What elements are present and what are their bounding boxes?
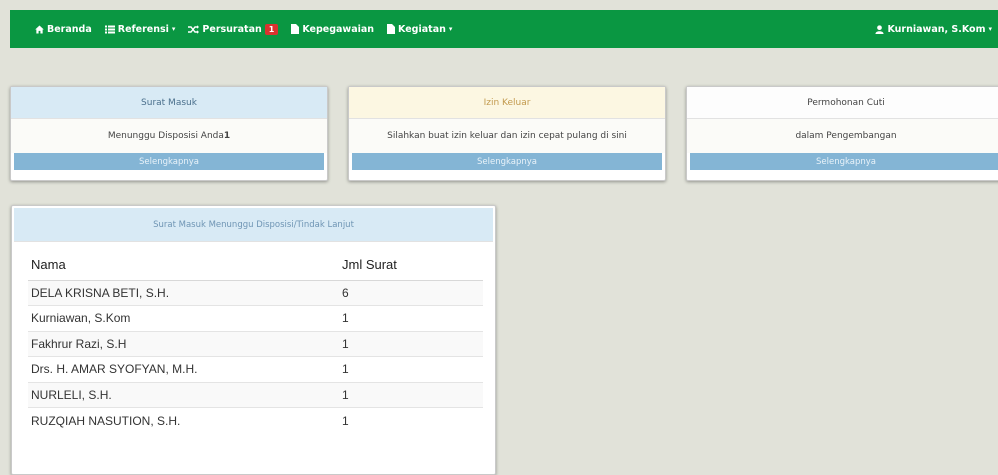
cell-nama: Kurniawan, S.Kom xyxy=(28,305,336,331)
cell-jml-surat: 1 xyxy=(336,305,483,331)
panel-disposisi: Surat Masuk Menunggu Disposisi/Tindak La… xyxy=(11,205,496,475)
selengkapnya-button[interactable]: Selengkapnya xyxy=(690,153,998,170)
table-row[interactable]: RUZQIAH NASUTION, S.H. 1 xyxy=(28,407,483,433)
user-icon xyxy=(875,24,885,34)
panel-body: dalam Pengembangan xyxy=(687,119,998,153)
nav-kegiatan-label: Kegiatan xyxy=(398,23,446,35)
panel-heading: Surat Masuk Menunggu Disposisi/Tindak La… xyxy=(14,208,493,242)
cell-nama: Fakhrur Razi, S.H xyxy=(28,330,336,357)
cell-nama: Drs. H. AMAR SYOFYAN, M.H. xyxy=(28,356,336,382)
table-row[interactable]: NURLELI, S.H. 1 xyxy=(28,381,483,408)
cell-nama: NURLELI, S.H. xyxy=(28,381,336,408)
panel-body: Silahkan buat izin keluar dan izin cepat… xyxy=(349,119,665,153)
list-icon xyxy=(104,25,115,34)
selengkapnya-button[interactable]: Selengkapnya xyxy=(14,153,324,170)
nav-beranda[interactable]: Beranda xyxy=(35,24,92,35)
file-icon xyxy=(387,24,396,34)
user-menu[interactable]: Kurniawan, S.Kom ▾ xyxy=(875,24,992,35)
nav-kepegawaian-label: Kepegawaian xyxy=(302,23,375,35)
panel-surat-masuk: Surat Masuk Menunggu Disposisi Anda 1 Se… xyxy=(10,86,328,181)
nav-kepegawaian[interactable]: Kepegawaian xyxy=(291,24,374,35)
nav-kegiatan[interactable]: Kegiatan ▾ xyxy=(387,24,452,35)
column-header-jml-surat: Jml Surat xyxy=(336,250,483,281)
disposisi-table: Nama Jml Surat DELA KRISNA BETI, S.H. 6 … xyxy=(28,250,483,433)
panel-heading: Permohonan Cuti xyxy=(687,87,998,119)
file-icon xyxy=(291,24,300,34)
panel-permohonan-cuti: Permohonan Cuti dalam Pengembangan Selen… xyxy=(686,86,998,181)
column-header-nama: Nama xyxy=(28,250,336,281)
nav-persuratan-label: Persuratan xyxy=(202,23,262,35)
panel-izin-keluar: Izin Keluar Silahkan buat izin keluar da… xyxy=(348,86,666,181)
panel-heading: Surat Masuk xyxy=(11,87,327,119)
chevron-down-icon: ▾ xyxy=(988,25,992,33)
cell-jml-surat: 1 xyxy=(336,407,483,433)
table-wrapper: Nama Jml Surat DELA KRISNA BETI, S.H. 6 … xyxy=(12,244,495,433)
table-row[interactable]: Kurniawan, S.Kom 1 xyxy=(28,305,483,331)
table-row[interactable]: DELA KRISNA BETI, S.H. 6 xyxy=(28,279,483,306)
chevron-down-icon: ▾ xyxy=(448,25,453,33)
selengkapnya-button[interactable]: Selengkapnya xyxy=(352,153,662,170)
table-row[interactable]: Drs. H. AMAR SYOFYAN, M.H. 1 xyxy=(28,356,483,382)
nav-referensi-label: Referensi xyxy=(117,23,169,35)
cell-jml-surat: 1 xyxy=(336,356,483,382)
panel-body: Menunggu Disposisi Anda 1 xyxy=(11,119,327,153)
nav-beranda-label: Beranda xyxy=(47,23,92,35)
panel-body-text: Menunggu Disposisi Anda xyxy=(107,131,224,141)
user-name: Kurniawan, S.Kom xyxy=(887,23,986,35)
cell-jml-surat: 6 xyxy=(336,279,483,306)
shuffle-icon xyxy=(188,24,200,34)
cell-nama: DELA KRISNA BETI, S.H. xyxy=(28,279,336,306)
table-header-row: Nama Jml Surat xyxy=(28,250,483,281)
cell-nama: RUZQIAH NASUTION, S.H. xyxy=(28,407,336,433)
nav-persuratan[interactable]: Persuratan 1 xyxy=(188,23,279,35)
notification-badge: 1 xyxy=(264,23,279,35)
cell-jml-surat: 1 xyxy=(336,330,483,357)
table-row[interactable]: Fakhrur Razi, S.H 1 xyxy=(28,330,483,357)
disposisi-count: 1 xyxy=(223,131,231,141)
panel-heading: Izin Keluar xyxy=(349,87,665,119)
home-icon xyxy=(35,24,44,34)
nav-referensi[interactable]: Referensi ▾ xyxy=(104,23,176,35)
top-navbar: Beranda Referensi ▾ Persuratan 1 Kepegaw… xyxy=(10,10,998,48)
chevron-down-icon: ▾ xyxy=(171,25,176,33)
cell-jml-surat: 1 xyxy=(336,381,483,408)
